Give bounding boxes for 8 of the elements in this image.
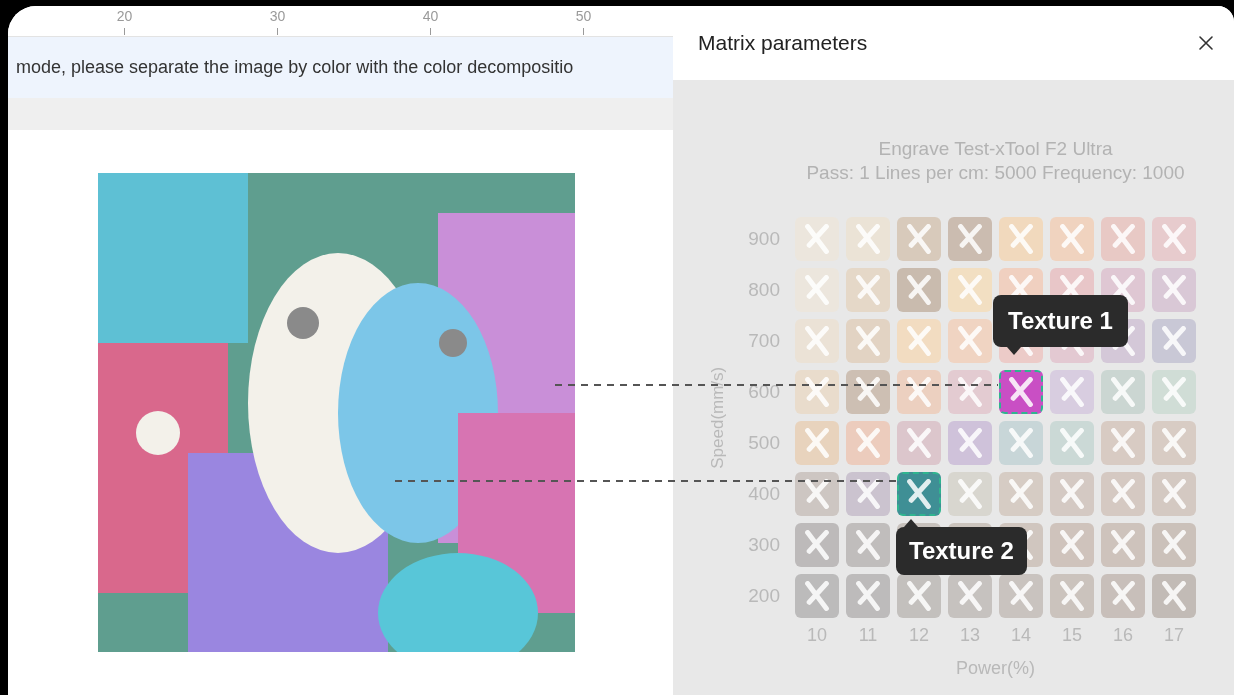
tooltip: Texture 2: [896, 527, 1027, 575]
ruler-label: 30: [269, 7, 286, 26]
banner-text: mode, please separate the image by color with the color decompositio: [16, 56, 574, 79]
ruler-label: 50: [575, 7, 592, 26]
tooltip: Texture 1: [993, 295, 1128, 347]
ruler-label: 40: [422, 7, 439, 26]
ruler-label: 20: [116, 7, 133, 26]
panel-title: Matrix parameters: [698, 30, 868, 57]
